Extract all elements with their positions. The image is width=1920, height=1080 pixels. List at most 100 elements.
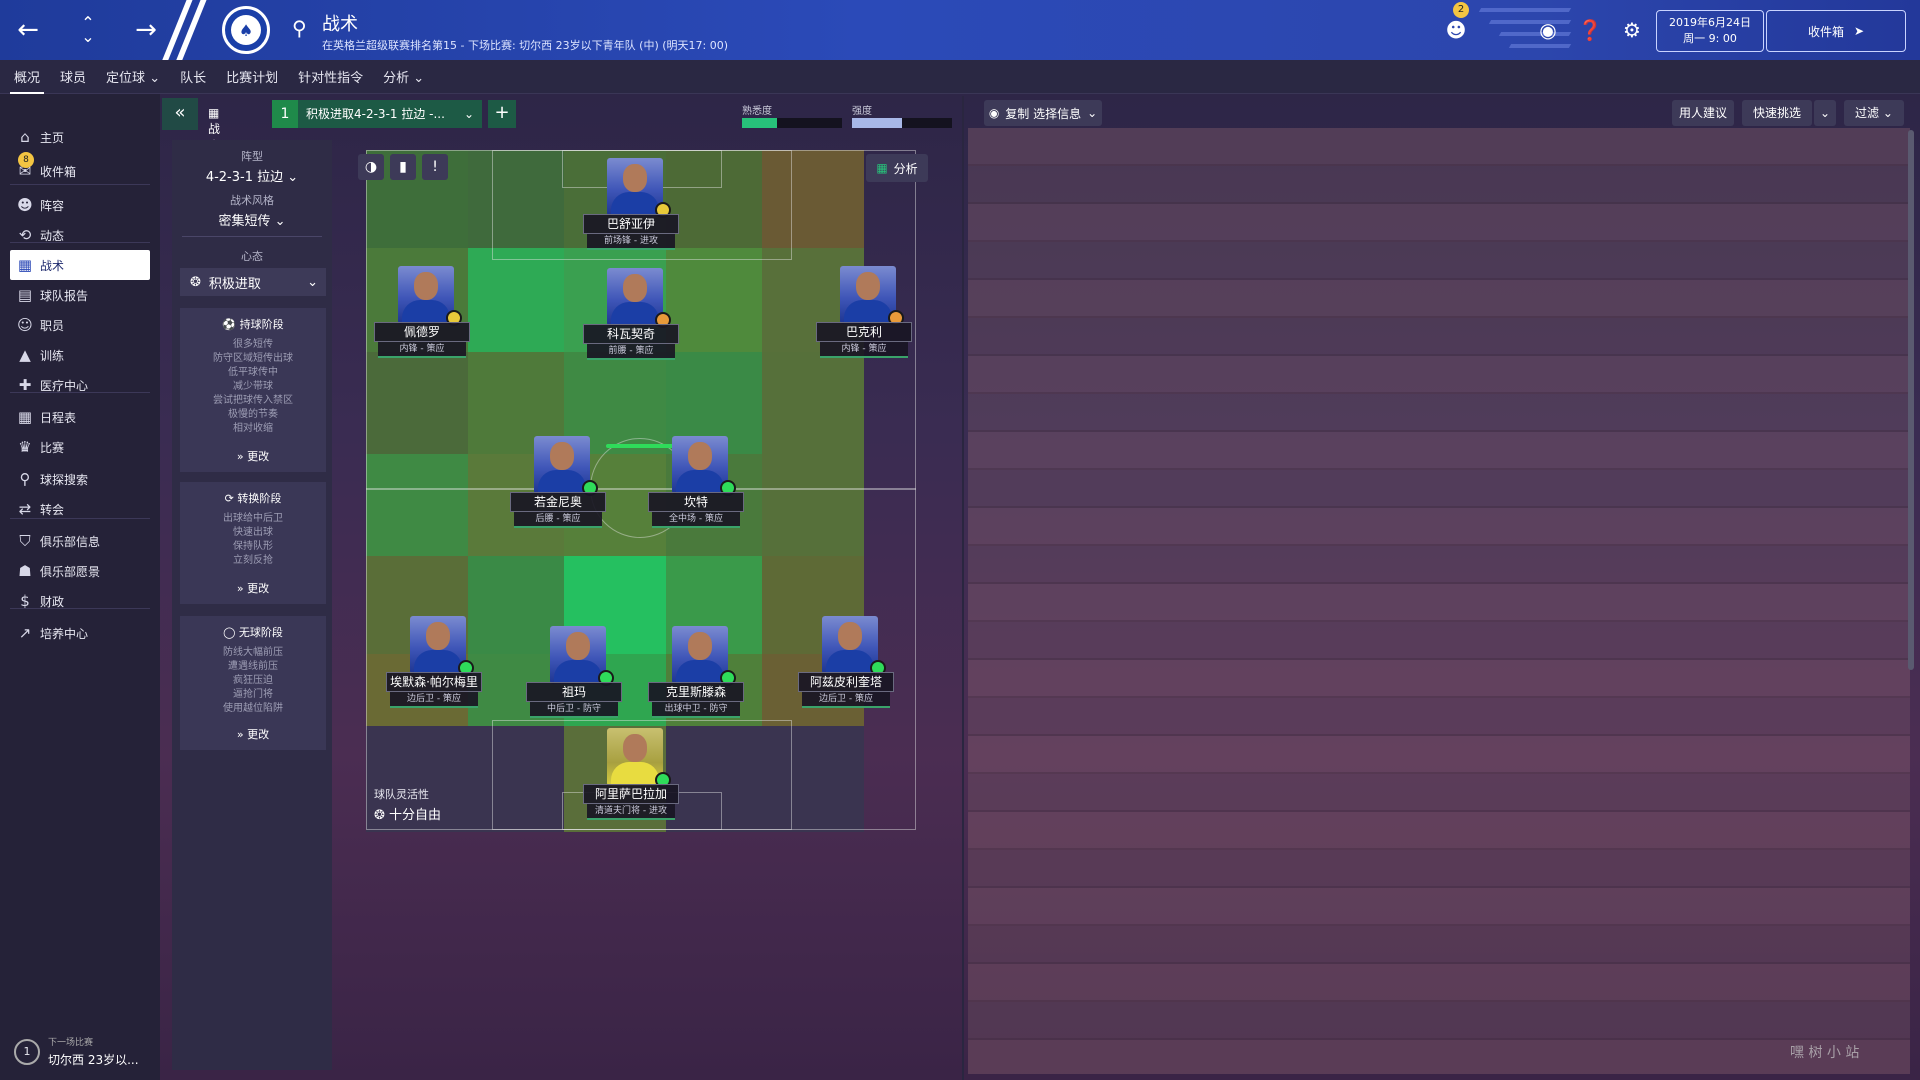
sidebar-item-scouting[interactable]: ⚲ 球探搜索 — [10, 464, 150, 494]
player-role-selector[interactable]: 边后卫 - 策应 — [390, 692, 478, 708]
list-item[interactable] — [968, 280, 1910, 318]
player-card-batshuayi[interactable]: 巴舒亚伊 前场锋 - 进攻 — [583, 158, 679, 262]
player-role-selector[interactable]: 清道夫门将 - 进攻 — [587, 804, 675, 820]
sidebar-item-tactics[interactable]: ▦ 战术 — [10, 250, 150, 280]
list-item[interactable] — [968, 964, 1910, 1002]
sidebar-item-transfers[interactable]: ⇄ 转会 — [10, 494, 150, 524]
player-card-kovacic[interactable]: 科瓦契奇 前腰 - 策应 — [583, 268, 679, 372]
in-possession-change-button[interactable]: » 更改 — [180, 448, 326, 464]
player-role-selector[interactable]: 前场锋 - 进攻 — [587, 234, 675, 250]
back-arrow-icon[interactable]: ← — [10, 12, 46, 48]
player-name[interactable]: 阿兹皮利奎塔 — [798, 672, 894, 692]
list-item[interactable] — [968, 660, 1910, 698]
player-card-zouma[interactable]: 祖玛 中后卫 - 防守 — [526, 626, 622, 730]
list-item[interactable] — [968, 432, 1910, 470]
list-item[interactable] — [968, 546, 1910, 584]
player-name[interactable]: 祖玛 — [526, 682, 622, 702]
tactic-slot-number[interactable]: 1 — [272, 100, 298, 128]
list-item[interactable] — [968, 128, 1910, 166]
contrast-toggle-icon[interactable]: ◑ — [358, 154, 384, 180]
style-dropdown[interactable]: 密集短传 ⌄ — [172, 210, 332, 229]
sidebar-item-dynamics[interactable]: ⟲ 动态 — [10, 220, 150, 250]
player-card-barkley[interactable]: 巴克利 内锋 - 策应 — [816, 266, 912, 370]
player-card-pedro[interactable]: 佩德罗 内锋 - 策应 — [374, 266, 470, 370]
tab-overview[interactable]: 概况 — [9, 61, 45, 95]
date-display[interactable]: 2019年6月24日 周一 9: 00 — [1656, 10, 1764, 52]
exclamation-icon[interactable]: ! — [422, 154, 448, 180]
sidebar-item-staff[interactable]: ☺ 职员 — [10, 310, 150, 340]
continue-inbox-button[interactable]: 收件箱 ➤ — [1766, 10, 1906, 52]
player-role-selector[interactable]: 前腰 - 策应 — [587, 344, 675, 360]
familiarity-meter[interactable] — [742, 118, 842, 128]
formation-dropdown[interactable]: 4-2-3-1 拉边 ⌄ — [172, 166, 332, 185]
sidebar-item-club-info[interactable]: ⛉ 俱乐部信息 — [10, 526, 150, 556]
player-card-azpilicueta[interactable]: 阿兹皮利奎塔 边后卫 - 策应 — [798, 616, 894, 720]
out-of-possession-box[interactable]: ◯ 无球阶段 防线大幅前压 遭遇线前压 疯狂压迫 逼抢门将 使用越位陷阱 » 更改 — [180, 616, 326, 750]
club-crest-icon[interactable]: ♠ — [222, 6, 270, 54]
next-match-widget[interactable]: 1 下一场比赛 切尔西 23岁以... — [14, 1035, 154, 1071]
tab-captains[interactable]: 队长 — [180, 61, 206, 92]
sidebar-item-team-report[interactable]: ▤ 球队报告 — [10, 280, 150, 310]
filter-button[interactable]: 过滤 ⌄ — [1844, 100, 1904, 126]
strength-meter[interactable] — [852, 118, 952, 128]
player-name[interactable]: 克里斯滕森 — [648, 682, 744, 702]
player-card-kante[interactable]: 坎特 全中场 - 策应 — [648, 436, 744, 540]
list-item[interactable] — [968, 698, 1910, 736]
list-item[interactable] — [968, 736, 1910, 774]
forward-arrow-icon[interactable]: → — [128, 12, 164, 48]
up-down-icon[interactable]: ⌃ ⌄ — [70, 12, 106, 48]
search-icon[interactable]: ⚲ — [292, 16, 307, 40]
quick-pick-button[interactable]: 快速挑选 — [1742, 100, 1812, 126]
sidebar-item-competitions[interactable]: ♛ 比赛 — [10, 432, 150, 462]
out-of-possession-change-button[interactable]: » 更改 — [180, 726, 326, 742]
player-role-selector[interactable]: 内锋 - 策应 — [378, 342, 466, 358]
player-name[interactable]: 阿里萨巴拉加 — [583, 784, 679, 804]
copy-selection-button[interactable]: ◉ 复制 选择信息 ⌄ — [984, 100, 1102, 126]
tactic-select-dropdown[interactable]: 积极进取4-2-3-1 拉边 -... ⌄ — [298, 100, 482, 128]
list-item[interactable] — [968, 166, 1910, 204]
scrollbar[interactable] — [1908, 130, 1914, 670]
quick-pick-dropdown-icon[interactable]: ⌄ — [1814, 100, 1836, 126]
list-item[interactable] — [968, 394, 1910, 432]
globe-icon[interactable]: ◉ — [1532, 14, 1564, 46]
player-role-selector[interactable]: 中后卫 - 防守 — [530, 702, 618, 718]
bar-chart-icon[interactable]: ▮ — [390, 154, 416, 180]
list-item[interactable] — [968, 622, 1910, 660]
player-name[interactable]: 埃默森·帕尔梅里 — [386, 672, 482, 692]
player-role-selector[interactable]: 后腰 - 策应 — [514, 512, 602, 528]
player-name[interactable]: 坎特 — [648, 492, 744, 512]
sidebar-item-squad[interactable]: ☻ 阵容 — [10, 190, 150, 220]
tab-match-plans[interactable]: 比赛计划 — [226, 61, 278, 92]
player-card-christensen[interactable]: 克里斯滕森 出球中卫 - 防守 — [648, 626, 744, 730]
player-name[interactable]: 佩德罗 — [374, 322, 470, 342]
sidebar-item-development-centre[interactable]: ↗ 培养中心 — [10, 618, 150, 648]
in-possession-box[interactable]: ⚽ 持球阶段 很多短传 防守区域短传出球 低平球传中 减少带球 尝试把球传入禁区 极慢的节… — [180, 308, 326, 472]
list-item[interactable] — [968, 204, 1910, 242]
player-role-selector[interactable]: 全中场 - 策应 — [652, 512, 740, 528]
transition-change-button[interactable]: » 更改 — [180, 580, 326, 596]
player-card-jorginho[interactable]: 若金尼奥 后腰 - 策应 — [510, 436, 606, 540]
sidebar-item-finances[interactable]: $ 财政 — [10, 586, 150, 616]
player-role-selector[interactable]: 边后卫 - 策应 — [802, 692, 890, 708]
list-item[interactable] — [968, 1002, 1910, 1040]
list-item[interactable] — [968, 850, 1910, 888]
list-item[interactable] — [968, 926, 1910, 964]
sidebar-item-training[interactable]: ▲ 训练 — [10, 340, 150, 370]
player-name[interactable]: 科瓦契奇 — [583, 324, 679, 344]
sidebar-item-medical-centre[interactable]: ✚ 医疗中心 — [10, 370, 150, 400]
list-item[interactable] — [968, 508, 1910, 546]
person-add-icon[interactable]: ☻ — [1440, 14, 1472, 46]
sidebar-item-schedule[interactable]: ▦ 日程表 — [10, 402, 150, 432]
player-name[interactable]: 巴克利 — [816, 322, 912, 342]
mentality-dropdown[interactable]: ❂ 积极进取 ⌄ — [180, 268, 326, 296]
list-item[interactable] — [968, 318, 1910, 356]
add-tactic-button[interactable]: + — [488, 100, 516, 128]
tab-opposition-instructions[interactable]: 针对性指令 — [298, 61, 363, 92]
list-item[interactable] — [968, 356, 1910, 394]
player-name[interactable]: 若金尼奥 — [510, 492, 606, 512]
transition-box[interactable]: ⟳ 转换阶段 出球给中后卫 快速出球 保持队形 立刻反抢 » 更改 — [180, 482, 326, 604]
player-name[interactable]: 巴舒亚伊 — [583, 214, 679, 234]
tab-players[interactable]: 球员 — [60, 61, 86, 92]
collapse-panel-button[interactable]: « — [162, 98, 198, 130]
list-item[interactable] — [968, 584, 1910, 622]
